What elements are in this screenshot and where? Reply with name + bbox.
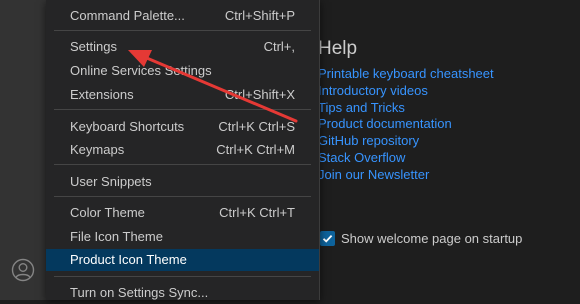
menu-item-command-palette[interactable]: Command Palette... Ctrl+Shift+P	[46, 5, 319, 27]
startup-checkbox-label: Show welcome page on startup	[341, 231, 523, 246]
help-heading: Help	[318, 38, 358, 59]
menu-item-settings[interactable]: Settings Ctrl+,	[46, 36, 319, 58]
menu-item-label: File Icon Theme	[70, 229, 163, 244]
menu-item-user-snippets[interactable]: User Snippets	[46, 171, 319, 193]
menu-item-color-theme[interactable]: Color Theme Ctrl+K Ctrl+T	[46, 202, 319, 224]
help-link-stackoverflow[interactable]: Stack Overflow	[318, 150, 494, 167]
help-link-tips[interactable]: Tips and Tricks	[318, 100, 494, 117]
account-icon[interactable]	[11, 258, 35, 282]
menu-item-keymaps[interactable]: Keymaps Ctrl+K Ctrl+M	[46, 139, 319, 161]
startup-checkbox[interactable]	[320, 231, 335, 246]
menu-separator	[54, 196, 311, 197]
menu-item-online-services-settings[interactable]: Online Services Settings	[46, 60, 319, 82]
menu-item-label: Keymaps	[70, 142, 125, 157]
menu-item-shortcut: Ctrl+K Ctrl+T	[219, 205, 295, 220]
menu-separator	[54, 164, 311, 165]
menu-separator	[54, 276, 311, 277]
menu-item-file-icon-theme[interactable]: File Icon Theme	[46, 226, 319, 248]
manage-menu: Command Palette... Ctrl+Shift+P Settings…	[46, 0, 320, 300]
activity-bar	[0, 0, 48, 300]
menu-item-label: Settings	[70, 39, 117, 54]
menu-item-product-icon-theme[interactable]: Product Icon Theme	[46, 249, 319, 271]
help-link-docs[interactable]: Product documentation	[318, 116, 494, 133]
menu-item-label: Turn on Settings Sync...	[70, 285, 209, 300]
menu-item-label: Command Palette...	[70, 8, 185, 23]
help-link-newsletter[interactable]: Join our Newsletter	[318, 167, 494, 184]
menu-item-shortcut: Ctrl+K Ctrl+S	[218, 119, 295, 134]
menu-separator	[54, 30, 311, 31]
menu-separator	[54, 109, 311, 110]
menu-item-shortcut: Ctrl+Shift+X	[224, 87, 295, 102]
help-link-github[interactable]: GitHub repository	[318, 133, 494, 150]
menu-item-label: User Snippets	[70, 174, 152, 189]
menu-item-label: Color Theme	[70, 205, 145, 220]
menu-item-label: Extensions	[70, 87, 134, 102]
menu-item-keyboard-shortcuts[interactable]: Keyboard Shortcuts Ctrl+K Ctrl+S	[46, 116, 319, 138]
menu-item-shortcut: Ctrl+K Ctrl+M	[216, 142, 295, 157]
menu-item-shortcut: Ctrl+Shift+P	[224, 8, 295, 23]
menu-item-extensions[interactable]: Extensions Ctrl+Shift+X	[46, 84, 319, 106]
help-links: Printable keyboard cheatsheet Introducto…	[318, 66, 494, 184]
help-link-cheatsheet[interactable]: Printable keyboard cheatsheet	[318, 66, 494, 83]
checkmark-icon	[322, 234, 333, 243]
menu-item-label: Product Icon Theme	[70, 252, 187, 267]
menu-item-shortcut: Ctrl+,	[263, 39, 295, 54]
help-link-videos[interactable]: Introductory videos	[318, 83, 494, 100]
welcome-page: Help Printable keyboard cheatsheet Intro…	[318, 0, 580, 300]
menu-item-label: Online Services Settings	[70, 63, 212, 78]
menu-item-label: Keyboard Shortcuts	[70, 119, 185, 134]
menu-item-settings-sync[interactable]: Turn on Settings Sync...	[46, 282, 319, 304]
startup-checkbox-row[interactable]: Show welcome page on startup	[320, 231, 522, 246]
